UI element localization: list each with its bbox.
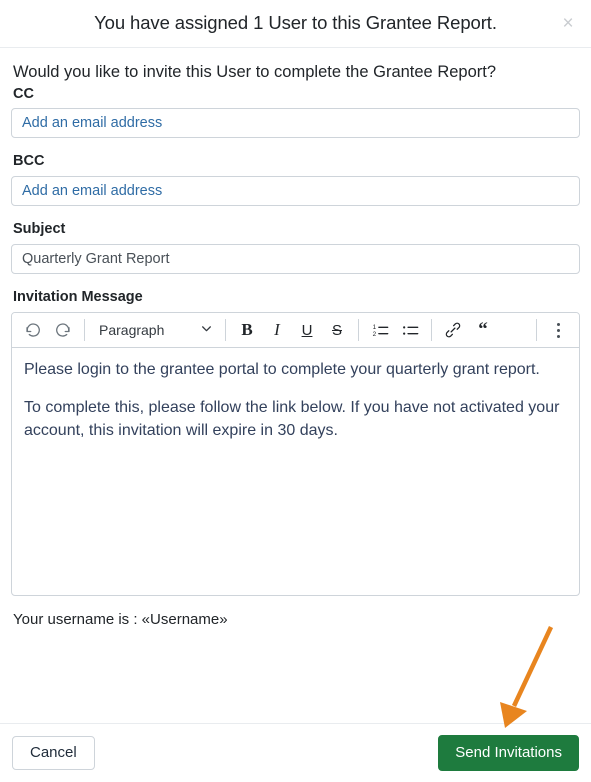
invitation-message-label: Invitation Message — [13, 289, 143, 306]
toolbar-divider — [358, 319, 359, 341]
editor-paragraph: To complete this, please follow the link… — [24, 398, 560, 440]
username-hint: Your username is : «Username» — [13, 611, 228, 628]
bullet-list-icon[interactable] — [395, 316, 425, 344]
strikethrough-button[interactable]: S — [322, 316, 352, 344]
chevron-down-icon — [200, 322, 213, 338]
italic-button[interactable]: I — [262, 316, 292, 344]
kebab-dots — [556, 322, 560, 338]
blockquote-button[interactable]: “ — [468, 316, 498, 344]
cc-input[interactable] — [11, 108, 580, 139]
toolbar-divider — [431, 319, 432, 341]
editor-toolbar: Paragraph B I U S 1 2 “ — [12, 313, 579, 348]
link-icon[interactable] — [438, 316, 468, 344]
svg-text:1: 1 — [372, 323, 376, 330]
rich-text-editor: Paragraph B I U S 1 2 “ Please login to … — [11, 312, 580, 596]
toolbar-divider — [536, 319, 537, 341]
modal-footer: Cancel Send Invitations — [0, 723, 591, 782]
close-icon[interactable]: × — [557, 13, 579, 35]
bold-button[interactable]: B — [232, 316, 262, 344]
bcc-input[interactable] — [11, 176, 580, 207]
send-invitations-button[interactable]: Send Invitations — [438, 734, 579, 772]
bold-icon: B — [241, 320, 253, 339]
editor-content[interactable]: Please login to the grantee portal to co… — [12, 348, 579, 595]
kebab-menu-icon[interactable] — [543, 316, 573, 344]
underline-button[interactable]: U — [292, 316, 322, 344]
block-format-select[interactable]: Paragraph — [91, 316, 219, 344]
cc-label: CC — [13, 85, 34, 102]
modal-header: You have assigned 1 User to this Grantee… — [0, 0, 591, 48]
cancel-button[interactable]: Cancel — [12, 735, 95, 771]
redo-icon[interactable] — [48, 316, 78, 344]
svg-text:2: 2 — [372, 331, 376, 338]
editor-paragraph: Please login to the grantee portal to co… — [24, 361, 540, 378]
strikethrough-icon: S — [331, 321, 342, 339]
bcc-label: BCC — [13, 153, 45, 170]
blockquote-icon: “ — [478, 319, 488, 341]
modal-body: Would you like to invite this User to co… — [0, 48, 591, 630]
italic-icon: I — [274, 320, 280, 339]
numbered-list-icon[interactable]: 1 2 — [365, 316, 395, 344]
block-format-value: Paragraph — [99, 322, 165, 338]
toolbar-divider — [225, 319, 226, 341]
page-title: You have assigned 1 User to this Grantee… — [94, 12, 497, 34]
intro-text: Would you like to invite this User to co… — [13, 63, 497, 81]
toolbar-divider — [84, 319, 85, 341]
undo-icon[interactable] — [18, 316, 48, 344]
subject-input[interactable] — [11, 244, 580, 275]
underline-icon: U — [301, 321, 313, 339]
subject-label: Subject — [13, 221, 66, 238]
